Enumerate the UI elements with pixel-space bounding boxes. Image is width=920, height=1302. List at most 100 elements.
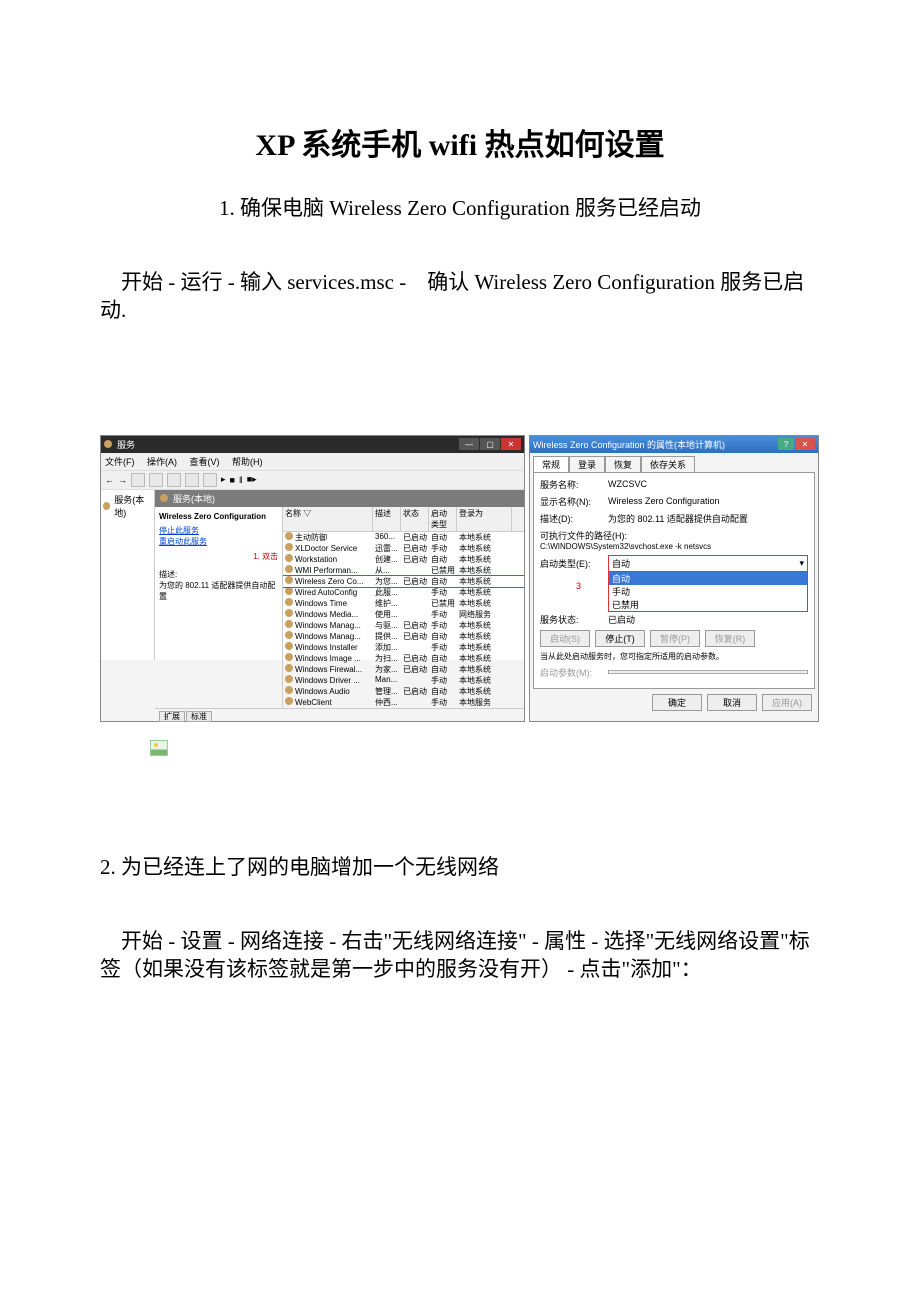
screenshot-figure: 服务 — ▢ ✕ 文件(F) 操作(A) 查看(V) 帮助(H) ← → ▸ ■…: [100, 435, 820, 722]
gear-icon: [285, 576, 293, 584]
table-row[interactable]: 主动防御360...已启动自动本地系统: [283, 532, 524, 543]
table-row[interactable]: Windows Audio管理...已启动自动本地系统: [283, 686, 524, 697]
services-icon: [104, 440, 112, 448]
val-status: 已启动: [608, 613, 808, 626]
toolbar: ← → ▸ ■ ‖ ■▸: [101, 471, 524, 490]
table-row[interactable]: Wired AutoConfig此服...手动本地系统: [283, 587, 524, 598]
label-status: 服务状态:: [540, 613, 608, 626]
params-input: [608, 670, 808, 674]
tree-item[interactable]: 服务(本地): [103, 493, 152, 519]
gear-icon: [285, 675, 293, 683]
properties-dialog: Wireless Zero Configuration 的属性(本地计算机) ?…: [529, 435, 819, 722]
bottom-tabs: 扩展标准: [155, 708, 524, 724]
col-status[interactable]: 状态: [401, 507, 429, 531]
combo-value: 自动: [612, 557, 630, 570]
table-row[interactable]: Windows Image ...为扫...已启动自动本地系统: [283, 653, 524, 664]
col-name[interactable]: 名称 ▽: [283, 507, 373, 531]
maximize-button[interactable]: ▢: [480, 438, 500, 450]
nav-fwd-icon[interactable]: →: [118, 475, 127, 485]
label-dispname: 显示名称(N):: [540, 495, 608, 508]
toolbar-pause-icon[interactable]: ‖: [239, 475, 243, 485]
table-row[interactable]: Windows Time维护...已禁用本地系统: [283, 598, 524, 609]
toolbar-play-icon[interactable]: ■: [230, 475, 235, 485]
restart-link[interactable]: 重启动此服务: [159, 536, 278, 547]
resume-button[interactable]: 恢复(R): [705, 630, 755, 647]
combo-dropdown[interactable]: 自动 手动 已禁用: [608, 572, 808, 612]
menu-bar[interactable]: 文件(F) 操作(A) 查看(V) 帮助(H): [101, 453, 524, 471]
properties-tabs: 常规 登录 恢复 依存关系: [530, 453, 818, 472]
toolbar-restart-icon[interactable]: ■▸: [247, 474, 257, 485]
annotation-1: 1. 双击: [159, 551, 278, 562]
menu-view[interactable]: 查看(V): [190, 457, 220, 467]
label-params: 启动参数(M):: [540, 666, 608, 679]
tree-item-label: 服务(本地): [114, 493, 152, 519]
gear-icon: [285, 697, 293, 705]
table-row[interactable]: WMI Performan...从...已禁用本地系统: [283, 565, 524, 576]
services-window: 服务 — ▢ ✕ 文件(F) 操作(A) 查看(V) 帮助(H) ← → ▸ ■…: [100, 435, 525, 722]
toolbar-icon[interactable]: [167, 473, 181, 487]
table-row[interactable]: Wireless Zero Co...为您...已启动自动本地系统: [283, 576, 524, 587]
table-row[interactable]: Windows Installer添加...手动本地系统: [283, 642, 524, 653]
list-header: 服务(本地): [155, 490, 524, 507]
table-row[interactable]: Windows Manag...与驱...已启动手动本地系统: [283, 620, 524, 631]
menu-file[interactable]: 文件(F): [105, 457, 135, 467]
toolbar-icon[interactable]: [131, 473, 145, 487]
menu-action[interactable]: 操作(A): [147, 457, 177, 467]
table-row[interactable]: WebClient仲西...手动本地服务: [283, 697, 524, 708]
gear-icon: [103, 502, 110, 510]
table-row[interactable]: XLDoctor Service迅雷...已启动手动本地系统: [283, 543, 524, 554]
service-list: 名称 ▽ 描述 状态 启动类型 登录为 主动防御360...已启动自动本地系统X…: [283, 507, 524, 708]
startup-type-combo[interactable]: 自动 ▾: [608, 555, 808, 572]
step1-text: 开始 - 运行 - 输入 services.msc - 确认 Wireless …: [100, 268, 820, 325]
tab-general[interactable]: 常规: [533, 456, 569, 472]
toolbar-icon[interactable]: [203, 473, 217, 487]
minimize-button[interactable]: —: [459, 438, 479, 450]
toolbar-icon[interactable]: [185, 473, 199, 487]
val-svcname: WZCSVC: [608, 479, 808, 489]
col-type[interactable]: 启动类型: [429, 507, 457, 531]
close-button[interactable]: ✕: [501, 438, 521, 450]
start-button[interactable]: 启动(S): [540, 630, 590, 647]
gear-icon: [160, 494, 168, 502]
menu-help[interactable]: 帮助(H): [232, 457, 263, 467]
tab-recovery[interactable]: 恢复: [605, 456, 641, 472]
col-logon[interactable]: 登录为: [457, 507, 512, 531]
list-header-text: 服务(本地): [173, 492, 215, 505]
col-desc[interactable]: 描述: [373, 507, 401, 531]
chevron-down-icon: ▾: [799, 558, 804, 569]
gear-icon: [285, 598, 293, 606]
tab-deps[interactable]: 依存关系: [641, 456, 695, 472]
table-row[interactable]: Windows Manag...提供...已启动自动本地系统: [283, 631, 524, 642]
gear-icon: [285, 664, 293, 672]
gear-icon: [285, 609, 293, 617]
toolbar-icon[interactable]: [149, 473, 163, 487]
services-title-text: 服务: [117, 438, 135, 451]
stop-button[interactable]: 停止(T): [595, 630, 645, 647]
nav-back-icon[interactable]: ←: [105, 475, 114, 485]
step1-heading: 1. 确保电脑 Wireless Zero Configuration 服务已经…: [100, 192, 820, 222]
table-row[interactable]: Workstation创建...已启动自动本地系统: [283, 554, 524, 565]
tab-standard[interactable]: 标准: [186, 711, 212, 722]
combo-opt-disabled[interactable]: 已禁用: [609, 598, 807, 611]
ok-button[interactable]: 确定: [652, 694, 702, 711]
label-path: 可执行文件的路径(H):: [540, 529, 627, 542]
pause-button[interactable]: 暂停(P): [650, 630, 700, 647]
close-button[interactable]: ✕: [795, 438, 815, 450]
stop-link[interactable]: 停止此服务: [159, 525, 278, 536]
gear-icon: [285, 532, 293, 540]
val-desc: 为您的 802.11 适配器提供自动配置: [608, 512, 808, 525]
services-titlebar: 服务 — ▢ ✕: [101, 436, 524, 453]
table-row[interactable]: Windows Driver ...Man...手动本地系统: [283, 675, 524, 686]
apply-button[interactable]: 应用(A): [762, 694, 812, 711]
cancel-button[interactable]: 取消: [707, 694, 757, 711]
tab-logon[interactable]: 登录: [569, 456, 605, 472]
gear-icon: [285, 587, 293, 595]
properties-titlebar: Wireless Zero Configuration 的属性(本地计算机) ?…: [530, 436, 818, 453]
desc-text: 为您的 802.11 适配器提供自动配置: [159, 580, 278, 602]
label-starttype: 启动类型(E):: [540, 557, 608, 570]
detail-pane: Wireless Zero Configuration 停止此服务 重启动此服务…: [155, 507, 283, 708]
table-row[interactable]: Windows Media...使用...手动网络服务: [283, 609, 524, 620]
help-button[interactable]: ?: [778, 438, 794, 450]
tab-extended[interactable]: 扩展: [159, 711, 185, 722]
table-row[interactable]: Windows Firewal...为家...已启动自动本地系统: [283, 664, 524, 675]
